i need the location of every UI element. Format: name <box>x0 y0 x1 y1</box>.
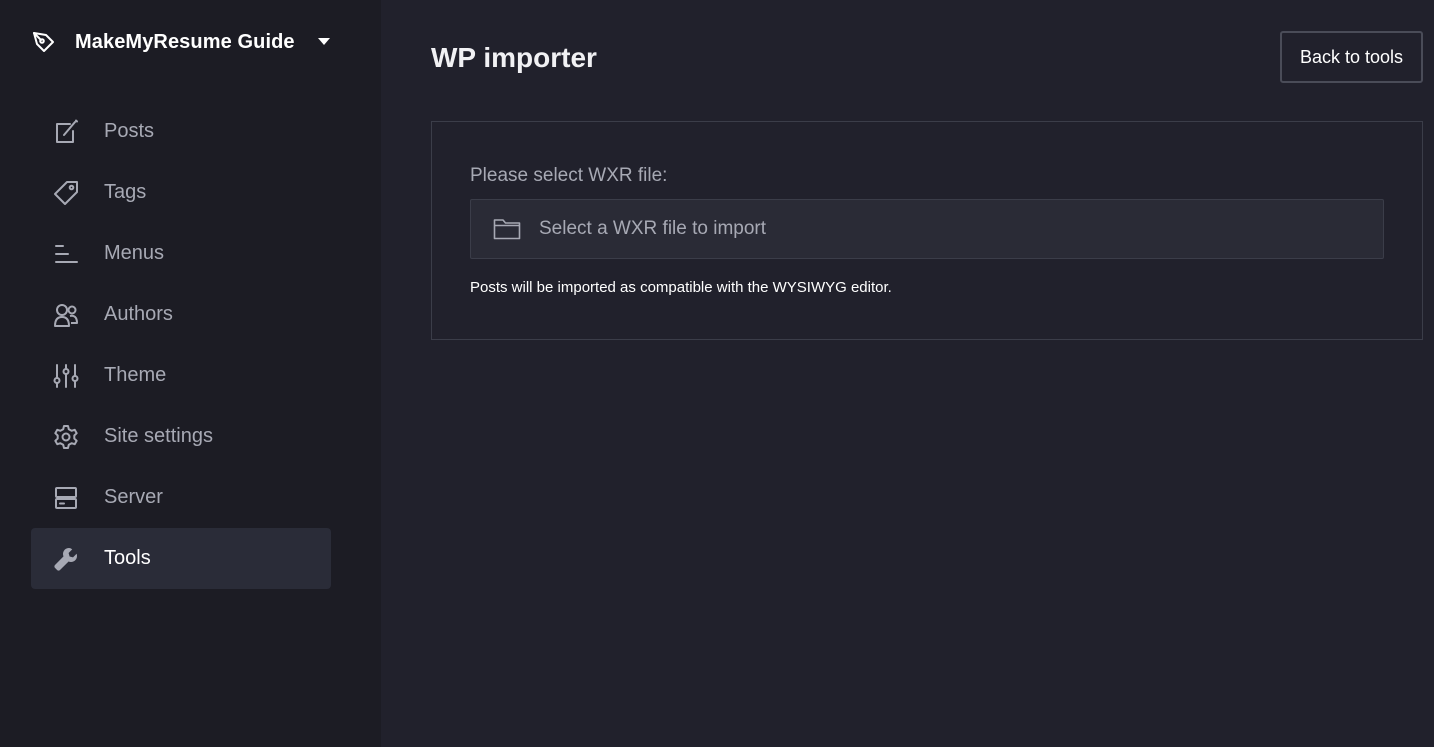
sidebar-item-label: Menus <box>104 242 165 264</box>
main-content: WP importer Back to tools Please select … <box>381 0 1434 747</box>
chevron-down-icon <box>318 38 330 45</box>
sidebar-item-label: Tools <box>104 547 151 569</box>
site-name: MakeMyResume Guide <box>75 30 295 53</box>
sliders-icon <box>52 362 80 390</box>
wxr-file-select[interactable]: Select a WXR file to import <box>470 199 1384 259</box>
menu-icon <box>52 240 80 268</box>
sidebar-item-authors[interactable]: Authors <box>31 284 331 345</box>
sidebar-item-label: Posts <box>104 120 155 142</box>
folder-icon <box>493 217 523 241</box>
sidebar-item-label: Authors <box>104 303 173 325</box>
edit-icon <box>52 118 80 146</box>
sidebar-item-posts[interactable]: Posts <box>31 101 331 162</box>
wrench-icon <box>52 545 80 573</box>
sidebar-item-menus[interactable]: Menus <box>31 223 331 284</box>
sidebar-item-theme[interactable]: Theme <box>31 345 331 406</box>
sidebar-item-tags[interactable]: Tags <box>31 162 331 223</box>
sidebar-item-label: Site settings <box>104 425 213 447</box>
app-root: MakeMyResume Guide Posts Tags Menus Auth… <box>0 0 1434 747</box>
sidebar-item-tools[interactable]: Tools <box>31 528 331 589</box>
sidebar-item-server[interactable]: Server <box>31 467 331 528</box>
page-title: WP importer <box>431 42 597 73</box>
import-hint: Posts will be imported as compatible wit… <box>470 279 892 296</box>
import-panel: Please select WXR file: Select a WXR fil… <box>431 121 1423 340</box>
pen-logo-icon <box>30 28 58 56</box>
sidebar: MakeMyResume Guide Posts Tags Menus Auth… <box>0 0 381 747</box>
gear-icon <box>52 423 80 451</box>
tag-icon <box>52 179 80 207</box>
back-to-tools-button[interactable]: Back to tools <box>1280 31 1423 83</box>
site-switcher[interactable]: MakeMyResume Guide <box>30 24 340 60</box>
server-icon <box>52 484 80 512</box>
sidebar-item-label: Tags <box>104 181 147 203</box>
users-icon <box>52 301 80 329</box>
sidebar-item-label: Theme <box>104 364 167 386</box>
sidebar-item-label: Server <box>104 486 163 508</box>
wxr-file-placeholder: Select a WXR file to import <box>539 218 767 239</box>
sidebar-item-site-settings[interactable]: Site settings <box>31 406 331 467</box>
sidebar-nav: Posts Tags Menus Authors Theme Site sett… <box>31 101 331 589</box>
wxr-file-label: Please select WXR file: <box>470 165 668 186</box>
